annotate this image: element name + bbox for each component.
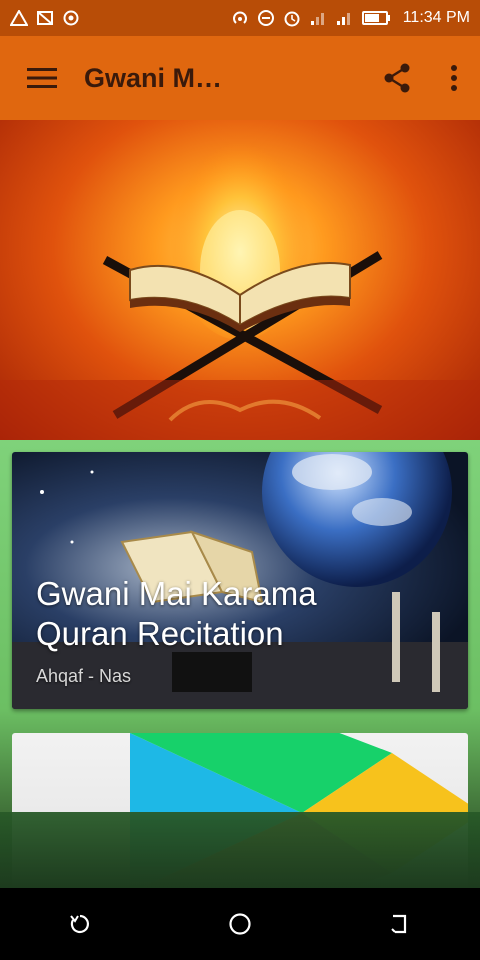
recents-icon xyxy=(70,914,89,934)
do-not-disturb-icon xyxy=(257,9,275,27)
signal-icon xyxy=(309,9,327,27)
recitation-card[interactable]: Gwani Mai Karama Quran Recitation Ahqaf … xyxy=(12,452,468,709)
card-subtitle: Ahqaf - Nas xyxy=(36,666,132,686)
back-icon xyxy=(391,914,407,934)
home-icon xyxy=(229,913,251,935)
status-time: 11:34 PM xyxy=(402,9,470,26)
alarm-icon xyxy=(283,9,301,27)
share-icon xyxy=(384,63,410,93)
quran-stand-illustration xyxy=(0,120,480,440)
share-button[interactable] xyxy=(366,36,428,120)
card-title: Gwani Mai Karama Quran Recitation xyxy=(36,575,317,652)
signal-icon xyxy=(335,9,353,27)
warning-triangle-icon xyxy=(10,9,28,27)
status-right-icons: 11:34 PM xyxy=(231,9,470,27)
hero-image xyxy=(0,120,480,440)
hamburger-menu-icon xyxy=(27,68,57,88)
app-toolbar: Gwani Mai Kar... xyxy=(0,36,480,120)
status-bar: 11:34 PM xyxy=(0,0,480,36)
system-nav-bar xyxy=(0,888,480,960)
menu-button[interactable] xyxy=(0,36,84,120)
status-left-icons xyxy=(10,9,80,27)
page-title: Gwani Mai Kar... xyxy=(84,62,225,93)
home-button[interactable] xyxy=(210,894,270,954)
battery-icon xyxy=(361,9,391,27)
back-button[interactable] xyxy=(370,894,430,954)
overflow-menu-button[interactable] xyxy=(428,36,480,120)
bottom-fade xyxy=(0,812,480,888)
target-icon xyxy=(62,9,80,27)
recents-button[interactable] xyxy=(50,894,110,954)
hotspot-icon xyxy=(231,9,249,27)
content-area: Gwani Mai Karama Quran Recitation Ahqaf … xyxy=(0,440,480,888)
cast-off-icon xyxy=(36,9,54,27)
more-vert-icon xyxy=(451,65,457,91)
